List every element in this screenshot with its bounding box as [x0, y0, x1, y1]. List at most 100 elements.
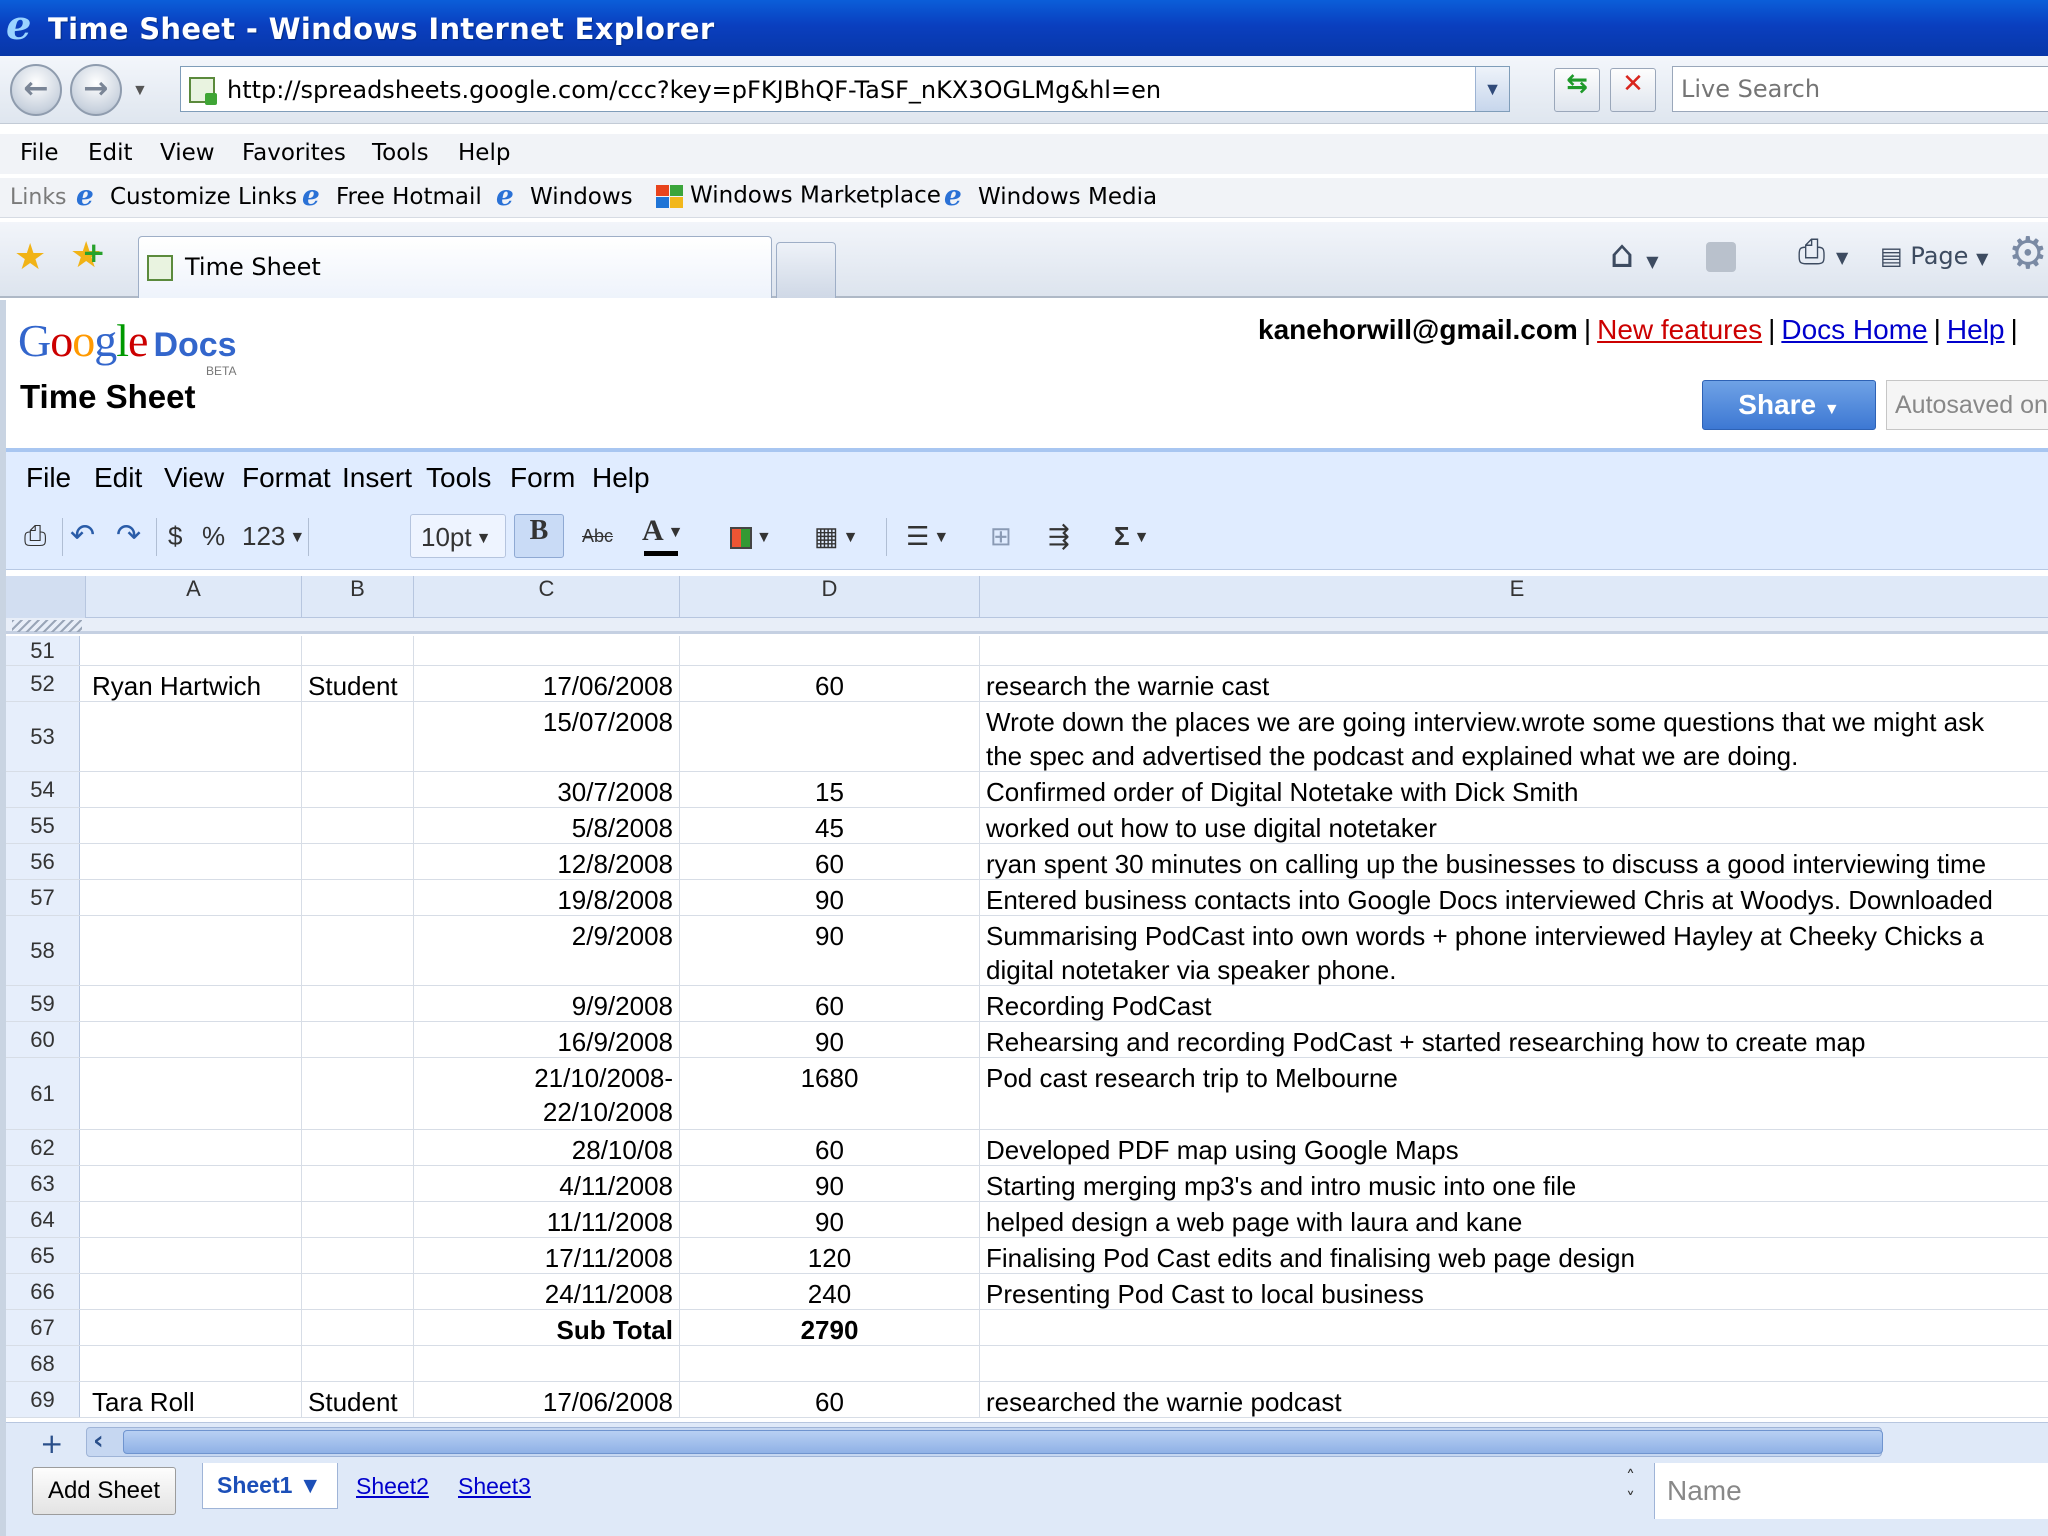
docs-menu-format[interactable]: Format: [242, 462, 331, 494]
cell-d[interactable]: 90: [680, 1166, 980, 1201]
cell-c[interactable]: 11/11/2008: [414, 1202, 680, 1237]
link-windows-marketplace[interactable]: Windows Marketplace: [656, 182, 941, 216]
row-number[interactable]: 54: [6, 772, 80, 807]
scrollbar-thumb[interactable]: [123, 1430, 1883, 1454]
freeze-handle-icon[interactable]: [12, 620, 82, 632]
cell-d[interactable]: 1680: [680, 1058, 980, 1129]
cell-a[interactable]: [86, 1238, 302, 1273]
print-icon[interactable]: ⎙ ▼: [1798, 232, 1848, 272]
merge-cells-icon[interactable]: ⊞: [990, 514, 1012, 558]
row-number[interactable]: 62: [6, 1130, 80, 1165]
cell-b[interactable]: [302, 1346, 414, 1381]
font-size-select[interactable]: 10pt ▼: [410, 514, 506, 558]
row-number[interactable]: 65: [6, 1238, 80, 1273]
row-number[interactable]: 58: [6, 916, 80, 985]
link-customize-links[interactable]: e Customize Links: [76, 182, 297, 216]
row-number[interactable]: 60: [6, 1022, 80, 1057]
cell-e[interactable]: Entered business contacts into Google Do…: [980, 880, 2048, 915]
cell-a[interactable]: [86, 702, 302, 771]
select-all-corner[interactable]: [6, 576, 86, 618]
print-icon[interactable]: ⎙: [24, 514, 46, 558]
cell-b[interactable]: [302, 844, 414, 879]
address-dropdown-icon[interactable]: ▼: [1475, 67, 1509, 111]
google-docs-logo[interactable]: Google Docs BETA: [18, 314, 237, 378]
wrap-text-icon[interactable]: ⇶: [1048, 514, 1070, 558]
row-number[interactable]: 57: [6, 880, 80, 915]
row-number[interactable]: 69: [6, 1382, 80, 1417]
cell-d[interactable]: 90: [680, 1022, 980, 1057]
cell-d[interactable]: 120: [680, 1238, 980, 1273]
cell-e[interactable]: Pod cast research trip to Melbourne: [980, 1058, 2048, 1129]
cell-c[interactable]: 9/9/2008: [414, 986, 680, 1021]
fill-color-button[interactable]: ▼: [730, 514, 772, 558]
cell-a[interactable]: [86, 916, 302, 985]
cell-c[interactable]: 17/06/2008: [414, 1382, 680, 1417]
cell-e[interactable]: [980, 636, 2048, 665]
cell-d[interactable]: 60: [680, 666, 980, 701]
cell-b[interactable]: [302, 1202, 414, 1237]
cell-e[interactable]: ryan spent 30 minutes on calling up the …: [980, 844, 2048, 879]
favorites-star-icon[interactable]: ★: [14, 236, 46, 278]
cell-b[interactable]: [302, 702, 414, 771]
document-title[interactable]: Time Sheet: [20, 378, 195, 416]
horizontal-scrollbar[interactable]: ‹: [86, 1426, 1883, 1457]
cell-d[interactable]: 15: [680, 772, 980, 807]
strikethrough-button[interactable]: Abc: [582, 514, 613, 558]
cell-a[interactable]: [86, 1058, 302, 1129]
cell-c[interactable]: 5/8/2008: [414, 808, 680, 843]
cell-c[interactable]: 24/11/2008: [414, 1274, 680, 1309]
cell-e[interactable]: [980, 1310, 2048, 1345]
row-number[interactable]: 51: [6, 636, 80, 665]
cell-b[interactable]: [302, 1274, 414, 1309]
cell-c[interactable]: 30/7/2008: [414, 772, 680, 807]
cell-e[interactable]: Finalising Pod Cast edits and finalising…: [980, 1238, 2048, 1273]
cell-b[interactable]: [302, 636, 414, 665]
add-favorite-icon[interactable]: ★: [70, 234, 106, 276]
cell-a[interactable]: [86, 1274, 302, 1309]
cell-e[interactable]: research the warnie cast: [980, 666, 2048, 701]
cell-c[interactable]: 17/11/2008: [414, 1238, 680, 1273]
cell-c[interactable]: Sub Total: [414, 1310, 680, 1345]
cell-b[interactable]: [302, 986, 414, 1021]
row-number[interactable]: 56: [6, 844, 80, 879]
cell-d[interactable]: 60: [680, 1382, 980, 1417]
new-features-link[interactable]: New features: [1597, 314, 1762, 345]
row-number[interactable]: 61: [6, 1058, 80, 1129]
cell-d[interactable]: 2790: [680, 1310, 980, 1345]
cell-d[interactable]: [680, 636, 980, 665]
stop-button[interactable]: ✕: [1610, 68, 1656, 112]
column-header-d[interactable]: D: [680, 576, 980, 618]
resize-handle-icon[interactable]: ˄ ˅: [1626, 1467, 1635, 1511]
cell-d[interactable]: 60: [680, 1130, 980, 1165]
link-windows[interactable]: e Windows: [496, 182, 633, 216]
cell-c[interactable]: 12/8/2008: [414, 844, 680, 879]
cell-a[interactable]: [86, 1202, 302, 1237]
cell-e[interactable]: helped design a web page with laura and …: [980, 1202, 2048, 1237]
cell-a[interactable]: [86, 1166, 302, 1201]
undo-icon[interactable]: ↶: [70, 514, 95, 558]
cell-d[interactable]: 90: [680, 880, 980, 915]
sheet-tab-sheet3[interactable]: Sheet3: [458, 1473, 531, 1500]
menu-edit[interactable]: Edit: [88, 140, 133, 166]
cell-d[interactable]: [680, 702, 980, 771]
cell-a[interactable]: [86, 636, 302, 665]
docs-menu-help[interactable]: Help: [592, 462, 650, 494]
row-number[interactable]: 66: [6, 1274, 80, 1309]
link-free-hotmail[interactable]: e Free Hotmail: [302, 182, 482, 216]
cell-e[interactable]: Confirmed order of Digital Notetake with…: [980, 772, 2048, 807]
number-format-button[interactable]: 123 ▼: [242, 514, 305, 558]
add-sheet-button[interactable]: Add Sheet: [32, 1467, 176, 1515]
docs-home-link[interactable]: Docs Home: [1781, 314, 1927, 345]
cell-b[interactable]: [302, 1238, 414, 1273]
cell-d[interactable]: 60: [680, 986, 980, 1021]
sheet-tab-sheet2[interactable]: Sheet2: [356, 1473, 429, 1500]
cell-b[interactable]: [302, 808, 414, 843]
cell-d[interactable]: 60: [680, 844, 980, 879]
menu-favorites[interactable]: Favorites: [242, 140, 346, 166]
cell-e[interactable]: Wrote down the places we are going inter…: [980, 702, 2048, 771]
refresh-button[interactable]: ⇆: [1554, 68, 1600, 112]
feeds-icon[interactable]: [1706, 242, 1736, 272]
cell-e[interactable]: Recording PodCast: [980, 986, 2048, 1021]
cell-c[interactable]: 2/9/2008: [414, 916, 680, 985]
cell-e[interactable]: Starting merging mp3's and intro music i…: [980, 1166, 2048, 1201]
